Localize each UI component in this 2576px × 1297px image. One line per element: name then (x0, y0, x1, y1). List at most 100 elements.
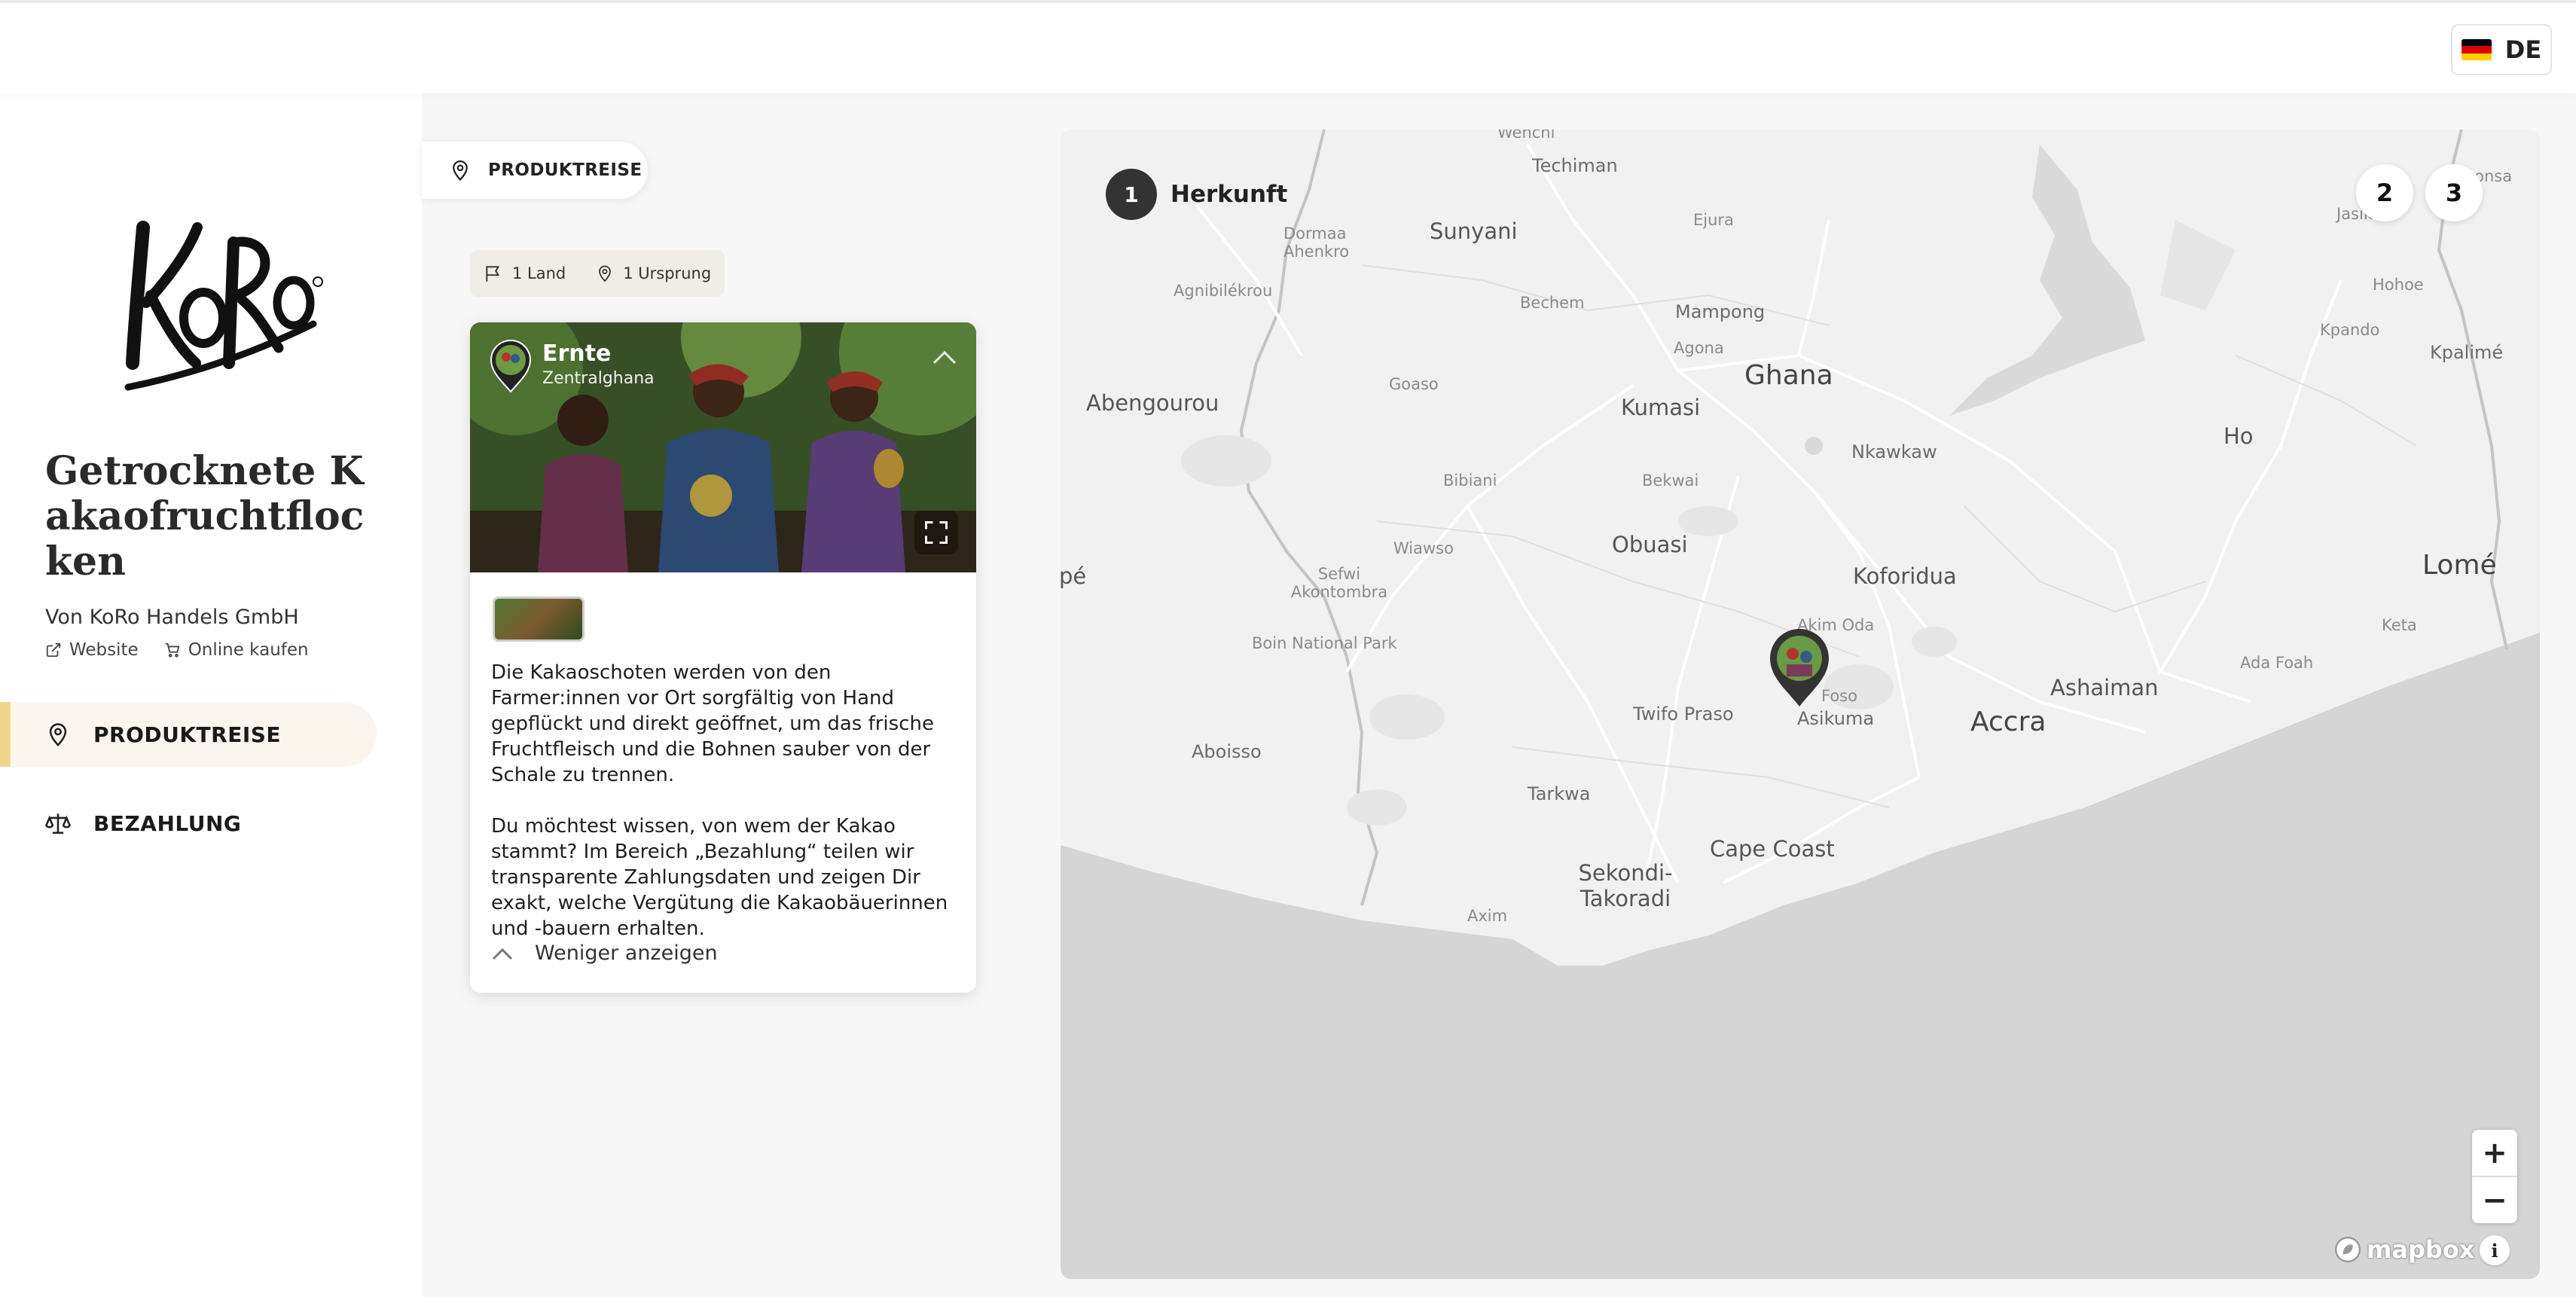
german-flag-icon (2461, 39, 2492, 60)
place-label: pé (1061, 563, 1087, 589)
origin-map-marker[interactable] (1767, 627, 1832, 708)
external-link-icon (46, 642, 61, 658)
journey-card: Ernte Zentralghana Die Kakaoschoten werd… (470, 322, 976, 993)
map-pin-icon (599, 265, 612, 282)
place-label: Aboisso (1192, 741, 1262, 762)
nav-item-bezahlung[interactable]: BEZAHLUNG (0, 791, 377, 856)
place-label: Bechem (1520, 294, 1585, 312)
nav-label: BEZAHLUNG (93, 810, 242, 836)
fullscreen-button[interactable] (914, 511, 958, 554)
nav-item-produktreise[interactable]: PRODUKTREISE (0, 702, 377, 767)
koro-logo (124, 221, 323, 391)
place-label: Sunyani (1430, 218, 1518, 244)
place-label: Nkawkaw (1851, 441, 1937, 462)
card-paragraph: Du möchtest wissen, von wem der Kakao st… (491, 815, 948, 940)
place-label: Sekondi-Takoradi (1578, 860, 1673, 911)
website-link[interactable]: Website (45, 640, 139, 660)
origin-count: 1 Ursprung (623, 264, 712, 282)
mapbox-logo[interactable]: mapbox (2333, 1235, 2474, 1264)
place-label: Tarkwa (1528, 783, 1591, 804)
product-links: Website Online kaufen (45, 640, 309, 660)
company-name: Von KoRo Handels GmbH (45, 606, 299, 629)
place-label: Hohoe (2373, 276, 2424, 294)
ernte-badge-icon (490, 340, 532, 393)
step-label: Herkunft (1170, 181, 1288, 208)
origin-count-chip: 1 Ursprung (596, 264, 711, 282)
language-label: DE (2504, 35, 2542, 64)
card-description: Die Kakaoschoten werden von den Farmer:i… (491, 660, 961, 967)
place-label: Dormaa Ahenkro (1283, 224, 1350, 261)
mapbox-icon (2334, 1236, 2361, 1263)
chevron-up-icon (492, 948, 513, 960)
show-less-label: Weniger anzeigen (535, 941, 718, 965)
mapbox-label: mapbox (2367, 1235, 2475, 1264)
place-label: Obuasi (1612, 532, 1688, 557)
place-label: Axim (1467, 907, 1508, 925)
map-pin-icon (49, 723, 67, 746)
place-label: Cape Coast (1710, 836, 1835, 862)
place-label: Bekwai (1642, 471, 1699, 490)
sidebar: Getrocknete Kakaofruchtflocken Von KoRo … (0, 93, 422, 1297)
country-count: 1 Land (512, 264, 566, 282)
card-hero-image[interactable]: Ernte Zentralghana (470, 322, 976, 572)
journey-stats: 1 Land 1 Ursprung (470, 250, 725, 297)
shop-link[interactable]: Online kaufen (164, 640, 309, 660)
place-label: Ada Foah (2240, 654, 2314, 672)
place-label: Twifo Praso (1633, 703, 1734, 725)
place-label: Accra (1970, 706, 2046, 737)
place-label: Abengourou (1086, 390, 1219, 416)
place-label: Kpalimé (2430, 342, 2504, 363)
nav-label: PRODUKTREISE (93, 722, 282, 747)
place-label: Bibiani (1443, 471, 1497, 490)
card-subtitle: Zentralghana (542, 369, 655, 388)
place-label: Wenchi (1497, 130, 1555, 142)
zoom-out-button[interactable]: − (2472, 1177, 2517, 1223)
shop-link-label: Online kaufen (188, 640, 309, 660)
country-label: Ghana (1744, 360, 1833, 391)
place-label: Ho (2223, 423, 2254, 449)
place-label: Kumasi (1621, 395, 1701, 420)
place-label: Techiman (1532, 155, 1618, 176)
place-label: Kpando (2320, 321, 2380, 339)
step-2-button[interactable]: 2 (2356, 164, 2413, 221)
card-paragraph: Die Kakaoschoten werden von den Farmer:i… (491, 661, 934, 786)
product-title: Getrocknete Kakaofruchtflocken (45, 448, 365, 584)
language-switcher[interactable]: DE (2451, 24, 2552, 75)
flag-icon (486, 266, 500, 282)
map-info-button[interactable]: i (2480, 1235, 2510, 1265)
card-title: Ernte (542, 340, 612, 367)
step-1-herkunft[interactable]: 1 Herkunft (1106, 169, 1287, 220)
step-3-button[interactable]: 3 (2425, 164, 2483, 221)
place-label: Keta (2382, 616, 2417, 634)
website-link-label: Website (69, 640, 139, 660)
place-label: Goaso (1389, 375, 1439, 393)
step-number: 1 (1106, 169, 1157, 220)
place-label: Agnibilékrou (1174, 282, 1273, 300)
place-label: Lomé (2422, 550, 2497, 581)
map-pin-icon (453, 160, 468, 182)
top-bar: DE (0, 0, 2576, 93)
image-thumbnail[interactable] (493, 597, 584, 642)
place-label: Asikuma (1797, 708, 1875, 729)
pill-label: PRODUKTREISE (488, 160, 642, 180)
place-label: Agona (1674, 339, 1724, 357)
place-label: Mampong (1675, 301, 1766, 322)
place-label: Boin National Park (1252, 634, 1397, 652)
place-label: Sefwi Akontombra (1290, 565, 1388, 601)
produktreise-pill[interactable]: PRODUKTREISE (422, 142, 648, 199)
zoom-controls: + − (2472, 1130, 2517, 1223)
zoom-in-button[interactable]: + (2472, 1130, 2517, 1177)
place-label: Ashaiman (2050, 675, 2159, 700)
cart-icon (165, 642, 180, 658)
ocean (1061, 633, 2540, 1279)
expand-icon (925, 521, 948, 544)
chevron-up-icon[interactable] (931, 348, 958, 366)
place-label: Wiawso (1393, 539, 1454, 557)
show-less-button[interactable]: Weniger anzeigen (491, 941, 718, 965)
scale-icon (45, 813, 71, 835)
lake-volta (1949, 145, 2145, 416)
place-label: Ejura (1693, 211, 1734, 229)
country-count-chip: 1 Land (484, 264, 566, 283)
place-label: Koforidua (1853, 563, 1957, 589)
map-view[interactable]: Wenchi Techiman Sunyani Dormaa Ahenkro E… (1061, 130, 2540, 1279)
